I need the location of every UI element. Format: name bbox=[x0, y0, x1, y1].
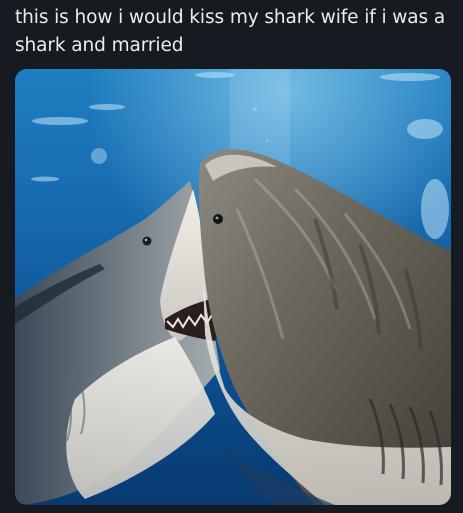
sharks-photo bbox=[15, 69, 451, 505]
post-image[interactable] bbox=[15, 69, 451, 505]
meme-post: this is how i would kiss my shark wife i… bbox=[0, 0, 463, 513]
post-caption: this is how i would kiss my shark wife i… bbox=[15, 7, 446, 56]
